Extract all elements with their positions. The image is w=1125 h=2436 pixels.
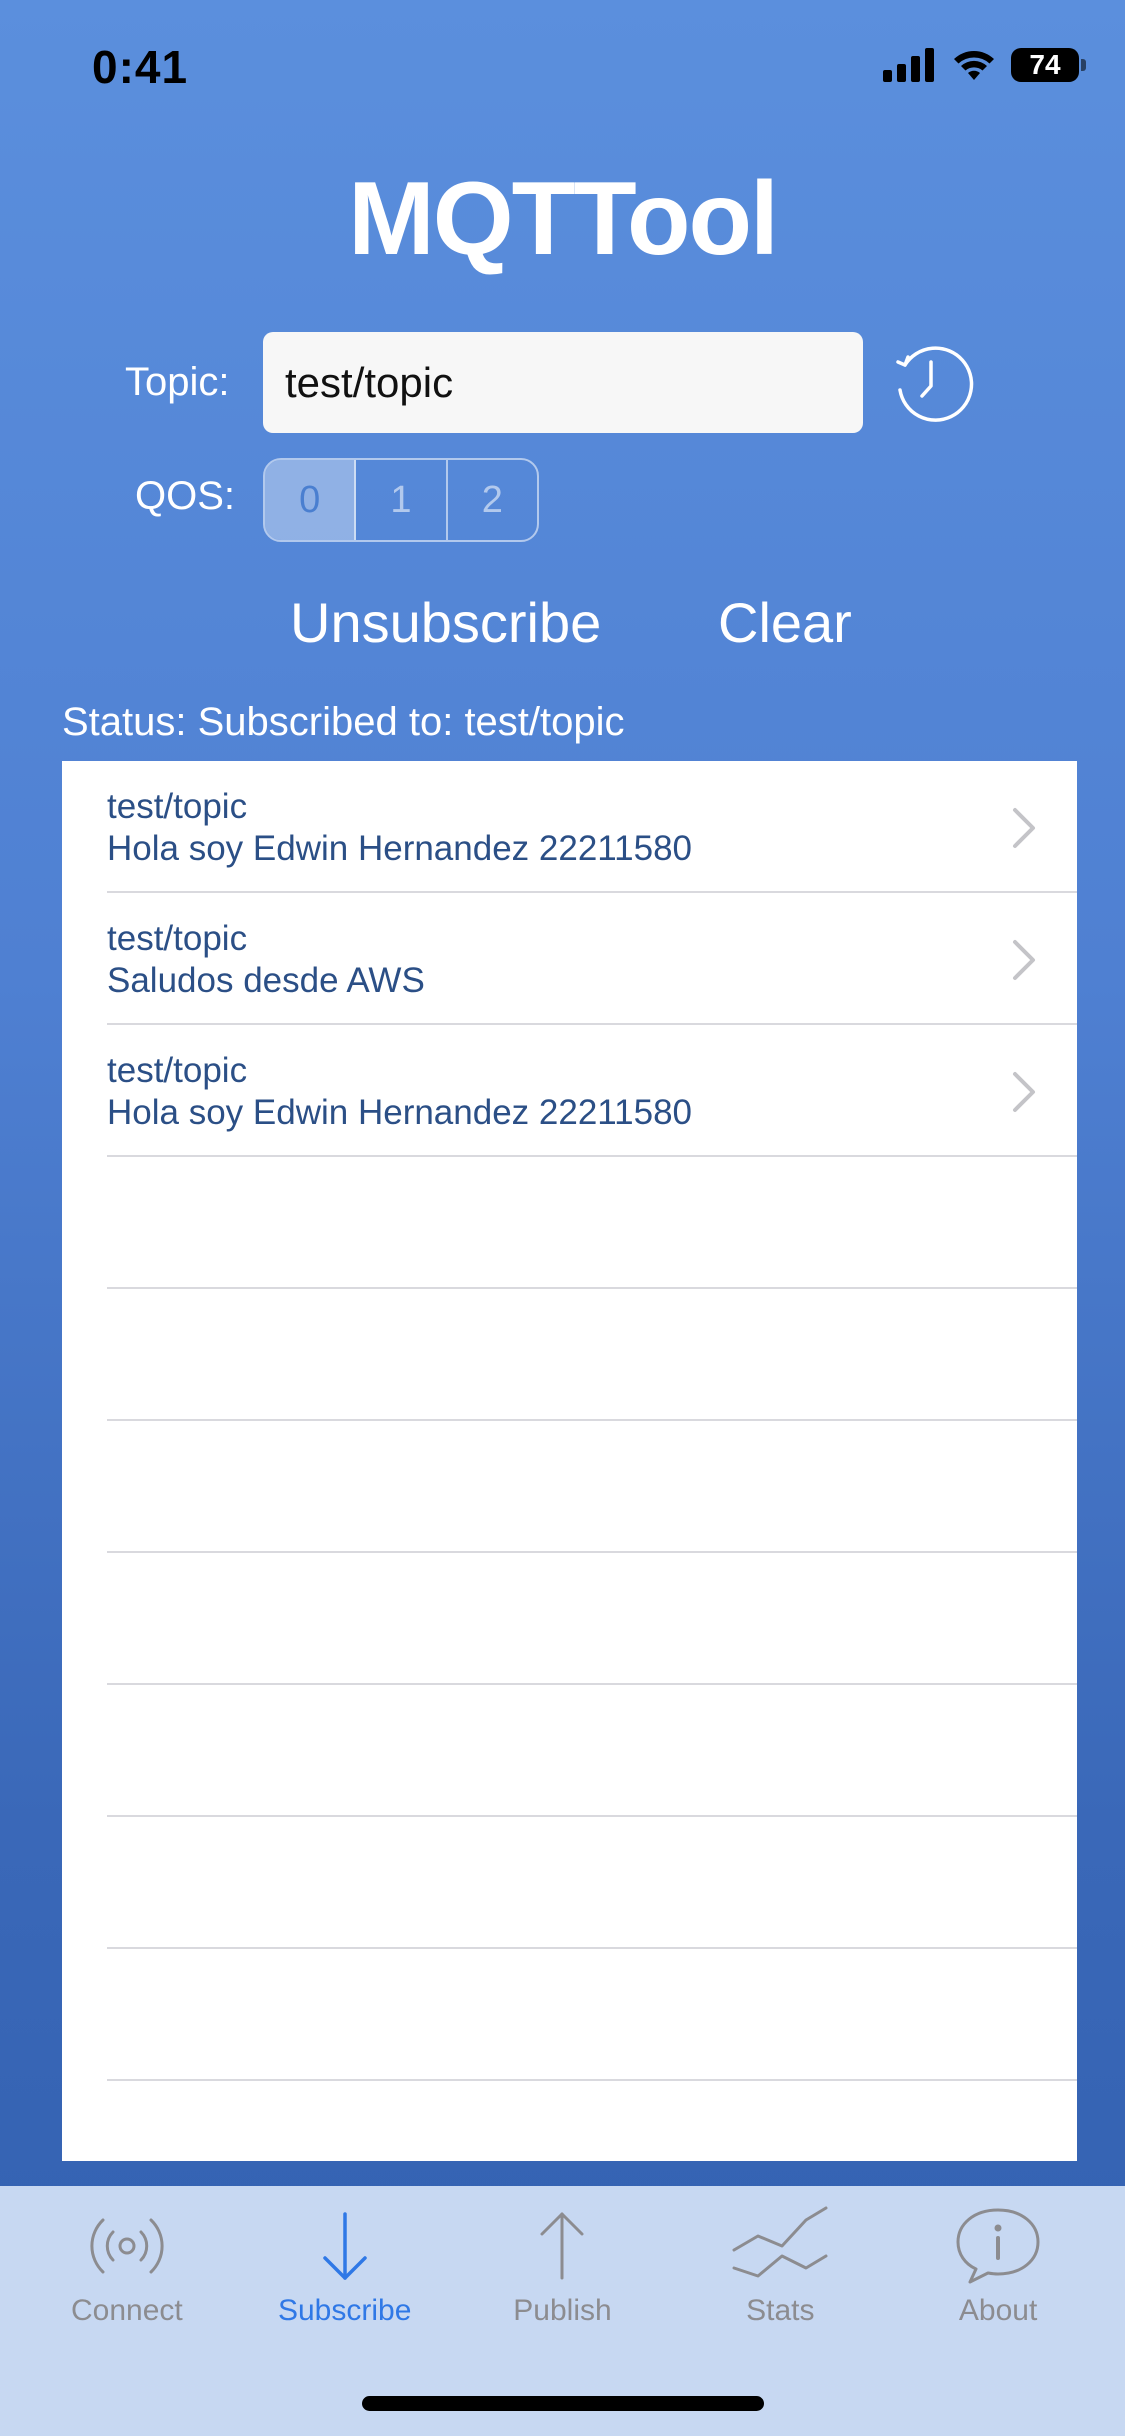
message-topic: test/topic — [107, 1051, 248, 1090]
empty-row — [62, 1949, 1077, 2081]
history-clock-icon — [896, 346, 974, 422]
empty-row — [62, 1817, 1077, 1949]
wifi-icon — [954, 51, 994, 80]
broadcast-icon — [90, 2218, 164, 2274]
tab-stats[interactable]: Stats — [671, 2186, 889, 2336]
signal-icon — [883, 48, 934, 82]
qos-segmented-control: 0 1 2 — [263, 458, 539, 542]
message-row[interactable]: test/topic Hola soy Edwin Hernandez 2221… — [62, 1025, 1077, 1157]
chevron-right-icon — [1013, 940, 1035, 980]
status-bar: 0:41 74 — [0, 0, 1125, 140]
message-text: Hola soy Edwin Hernandez 22211580 — [107, 829, 693, 868]
tab-stats-label: Stats — [746, 2294, 815, 2327]
status-icons: 74 — [883, 48, 1086, 82]
empty-row — [62, 1157, 1077, 1289]
qos-option-0[interactable]: 0 — [265, 460, 357, 540]
message-row[interactable]: test/topic Saludos desde AWS — [62, 893, 1077, 1025]
empty-row — [62, 1421, 1077, 1553]
topic-label: Topic: — [125, 360, 230, 404]
tab-connect[interactable]: Connect — [18, 2186, 236, 2336]
info-bubble-icon — [956, 2208, 1040, 2284]
tab-about-label: About — [958, 2294, 1038, 2327]
message-list: test/topic Hola soy Edwin Hernandez 2221… — [62, 761, 1077, 2161]
message-topic: test/topic — [107, 787, 248, 826]
arrow-down-icon — [322, 2212, 367, 2280]
message-row[interactable]: test/topic Hola soy Edwin Hernandez 2221… — [62, 761, 1077, 893]
status-time: 0:41 — [92, 41, 189, 93]
message-text: Hola soy Edwin Hernandez 22211580 — [107, 1093, 693, 1132]
message-topic: test/topic — [107, 919, 248, 958]
empty-row — [62, 1685, 1077, 1817]
message-text: Saludos desde AWS — [107, 961, 425, 1000]
topic-input[interactable] — [263, 332, 863, 433]
tab-subscribe[interactable]: Subscribe — [236, 2186, 454, 2336]
empty-row — [62, 1289, 1077, 1421]
tab-publish-label: Publish — [513, 2294, 612, 2327]
tab-publish[interactable]: Publish — [454, 2186, 672, 2336]
arrow-up-icon — [540, 2212, 584, 2280]
empty-row — [62, 2081, 1077, 2161]
app-title: MQTTool — [348, 161, 779, 277]
empty-row — [62, 1553, 1077, 1685]
tab-subscribe-label: Subscribe — [277, 2294, 412, 2327]
home-indicator — [362, 2396, 764, 2411]
chart-lines-icon — [732, 2206, 828, 2278]
qos-label: QOS: — [135, 474, 236, 518]
unsubscribe-button[interactable]: Unsubscribe — [290, 590, 601, 655]
chevron-right-icon — [1013, 808, 1035, 848]
qos-option-2[interactable]: 2 — [448, 460, 537, 540]
clear-button[interactable]: Clear — [718, 590, 852, 655]
history-button[interactable] — [888, 340, 974, 426]
tab-connect-label: Connect — [71, 2294, 183, 2327]
chevron-right-icon — [1013, 1072, 1035, 1112]
status-text: Status: Subscribed to: test/topic — [62, 700, 625, 744]
tab-about[interactable]: About — [889, 2186, 1107, 2336]
battery-icon: 74 — [1011, 48, 1086, 82]
qos-option-1[interactable]: 1 — [356, 460, 448, 540]
